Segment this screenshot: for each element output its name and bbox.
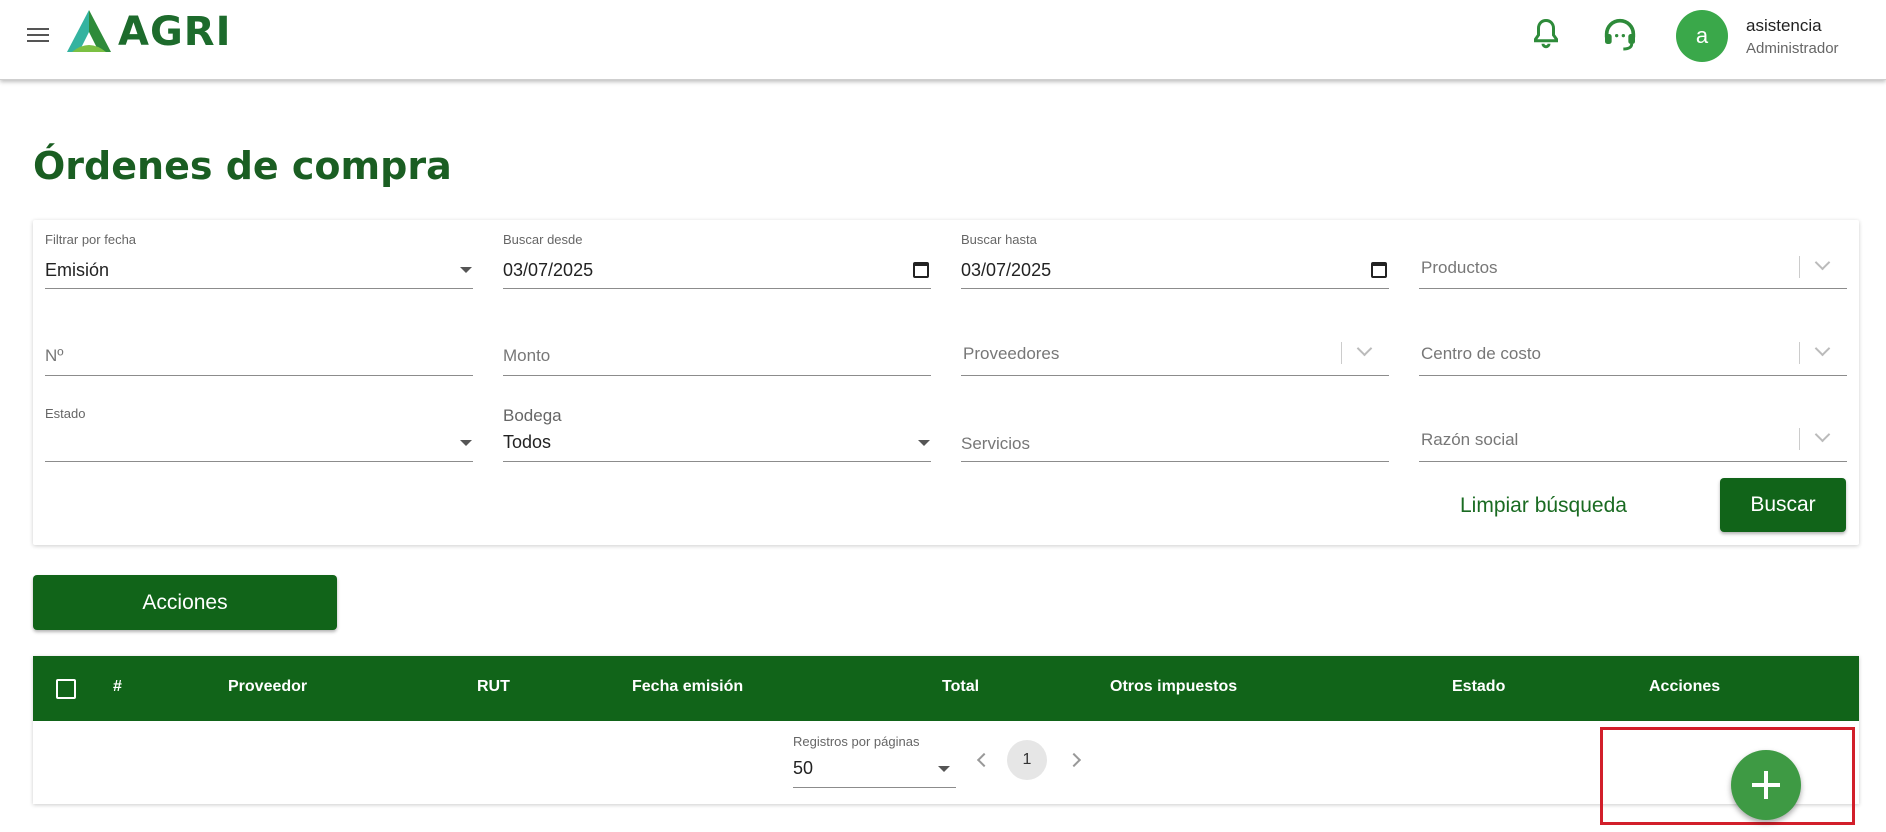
add-order-button[interactable] bbox=[1731, 750, 1801, 820]
caret-down-icon bbox=[460, 440, 472, 446]
filter-date-value: Emisión bbox=[45, 260, 110, 280]
next-page-icon[interactable] bbox=[1066, 752, 1082, 768]
page-title: Órdenes de compra bbox=[33, 144, 452, 188]
filter-date-select[interactable]: Filtrar por fecha Emisión bbox=[45, 220, 473, 289]
business-name-select[interactable]: Razón social bbox=[1419, 400, 1847, 462]
bell-icon[interactable] bbox=[1528, 16, 1564, 52]
warehouse-value: Todos bbox=[503, 432, 552, 452]
date-from-value: 03/07/2025 bbox=[503, 260, 594, 280]
column-header-number[interactable]: # bbox=[113, 678, 122, 696]
separator bbox=[1341, 342, 1342, 364]
actions-button[interactable]: Acciones bbox=[33, 575, 337, 630]
status-select[interactable]: Estado bbox=[45, 400, 473, 462]
products-placeholder: Productos bbox=[1421, 258, 1498, 277]
logo-mark-icon bbox=[67, 10, 111, 52]
products-select[interactable]: Productos bbox=[1419, 220, 1847, 289]
per-page-label: Registros por páginas bbox=[793, 734, 920, 749]
column-header-actions[interactable]: Acciones bbox=[1649, 678, 1720, 696]
per-page-select[interactable]: 50 bbox=[793, 752, 956, 788]
number-input[interactable]: Nº bbox=[45, 310, 473, 376]
orders-table: # Proveedor RUT Fecha emisión Total Otro… bbox=[33, 656, 1859, 804]
warehouse-select[interactable]: Bodega Todos bbox=[503, 400, 931, 462]
services-input[interactable]: Servicios bbox=[961, 400, 1389, 462]
calendar-icon[interactable] bbox=[913, 262, 929, 278]
column-header-rut[interactable]: RUT bbox=[477, 678, 510, 696]
column-header-supplier[interactable]: Proveedor bbox=[228, 678, 307, 696]
clear-search-button[interactable]: Limpiar búsqueda bbox=[1460, 494, 1627, 518]
date-to-input[interactable]: Buscar hasta 03/07/2025 bbox=[961, 220, 1389, 289]
logo[interactable]: AGRI bbox=[64, 8, 231, 56]
filter-date-label: Filtrar por fecha bbox=[45, 232, 137, 247]
previous-page-icon[interactable] bbox=[976, 752, 992, 768]
column-header-status[interactable]: Estado bbox=[1452, 678, 1505, 696]
logo-text: AGRI bbox=[118, 9, 232, 55]
cost-center-placeholder: Centro de costo bbox=[1421, 344, 1542, 363]
chevron-down-icon bbox=[1814, 340, 1831, 357]
number-placeholder: Nº bbox=[45, 346, 64, 365]
cost-center-select[interactable]: Centro de costo bbox=[1419, 310, 1847, 376]
user-name: asistencia bbox=[1746, 16, 1822, 35]
headset-icon[interactable] bbox=[1600, 14, 1640, 54]
per-page-value: 50 bbox=[793, 758, 814, 778]
chevron-down-icon bbox=[1356, 340, 1373, 357]
user-role: Administrador bbox=[1746, 40, 1839, 57]
select-all-checkbox[interactable] bbox=[56, 679, 76, 699]
page-button-current[interactable]: 1 bbox=[1007, 740, 1047, 780]
chevron-down-icon bbox=[1814, 426, 1831, 443]
status-label: Estado bbox=[45, 406, 86, 421]
date-from-input[interactable]: Buscar desde 03/07/2025 bbox=[503, 220, 931, 289]
column-header-issue-date[interactable]: Fecha emisión bbox=[632, 678, 743, 696]
calendar-icon[interactable] bbox=[1371, 262, 1387, 278]
separator bbox=[1799, 428, 1800, 450]
suppliers-select[interactable]: Proveedores bbox=[961, 310, 1389, 376]
caret-down-icon bbox=[938, 766, 950, 772]
plus-icon bbox=[1752, 771, 1780, 799]
warehouse-label: Bodega bbox=[503, 406, 562, 425]
menu-icon[interactable] bbox=[26, 24, 50, 48]
date-to-value: 03/07/2025 bbox=[961, 260, 1052, 280]
column-header-other-taxes[interactable]: Otros impuestos bbox=[1110, 678, 1237, 696]
highlight-box bbox=[1600, 727, 1855, 825]
suppliers-placeholder: Proveedores bbox=[963, 344, 1060, 363]
date-from-label: Buscar desde bbox=[503, 232, 583, 247]
services-placeholder: Servicios bbox=[961, 434, 1030, 453]
caret-down-icon bbox=[460, 267, 472, 273]
amount-input[interactable]: Monto bbox=[503, 310, 931, 376]
top-bar: AGRI a asistencia Administrador bbox=[0, 0, 1886, 80]
separator bbox=[1799, 256, 1800, 278]
separator bbox=[1799, 342, 1800, 364]
table-header: # Proveedor RUT Fecha emisión Total Otro… bbox=[33, 656, 1859, 721]
search-button[interactable]: Buscar bbox=[1720, 478, 1846, 532]
caret-down-icon bbox=[918, 440, 930, 446]
avatar[interactable]: a bbox=[1676, 10, 1728, 62]
column-header-total[interactable]: Total bbox=[942, 678, 979, 696]
chevron-down-icon bbox=[1814, 254, 1831, 271]
amount-placeholder: Monto bbox=[503, 346, 551, 365]
business-name-placeholder: Razón social bbox=[1421, 430, 1519, 449]
date-to-label: Buscar hasta bbox=[961, 232, 1037, 247]
